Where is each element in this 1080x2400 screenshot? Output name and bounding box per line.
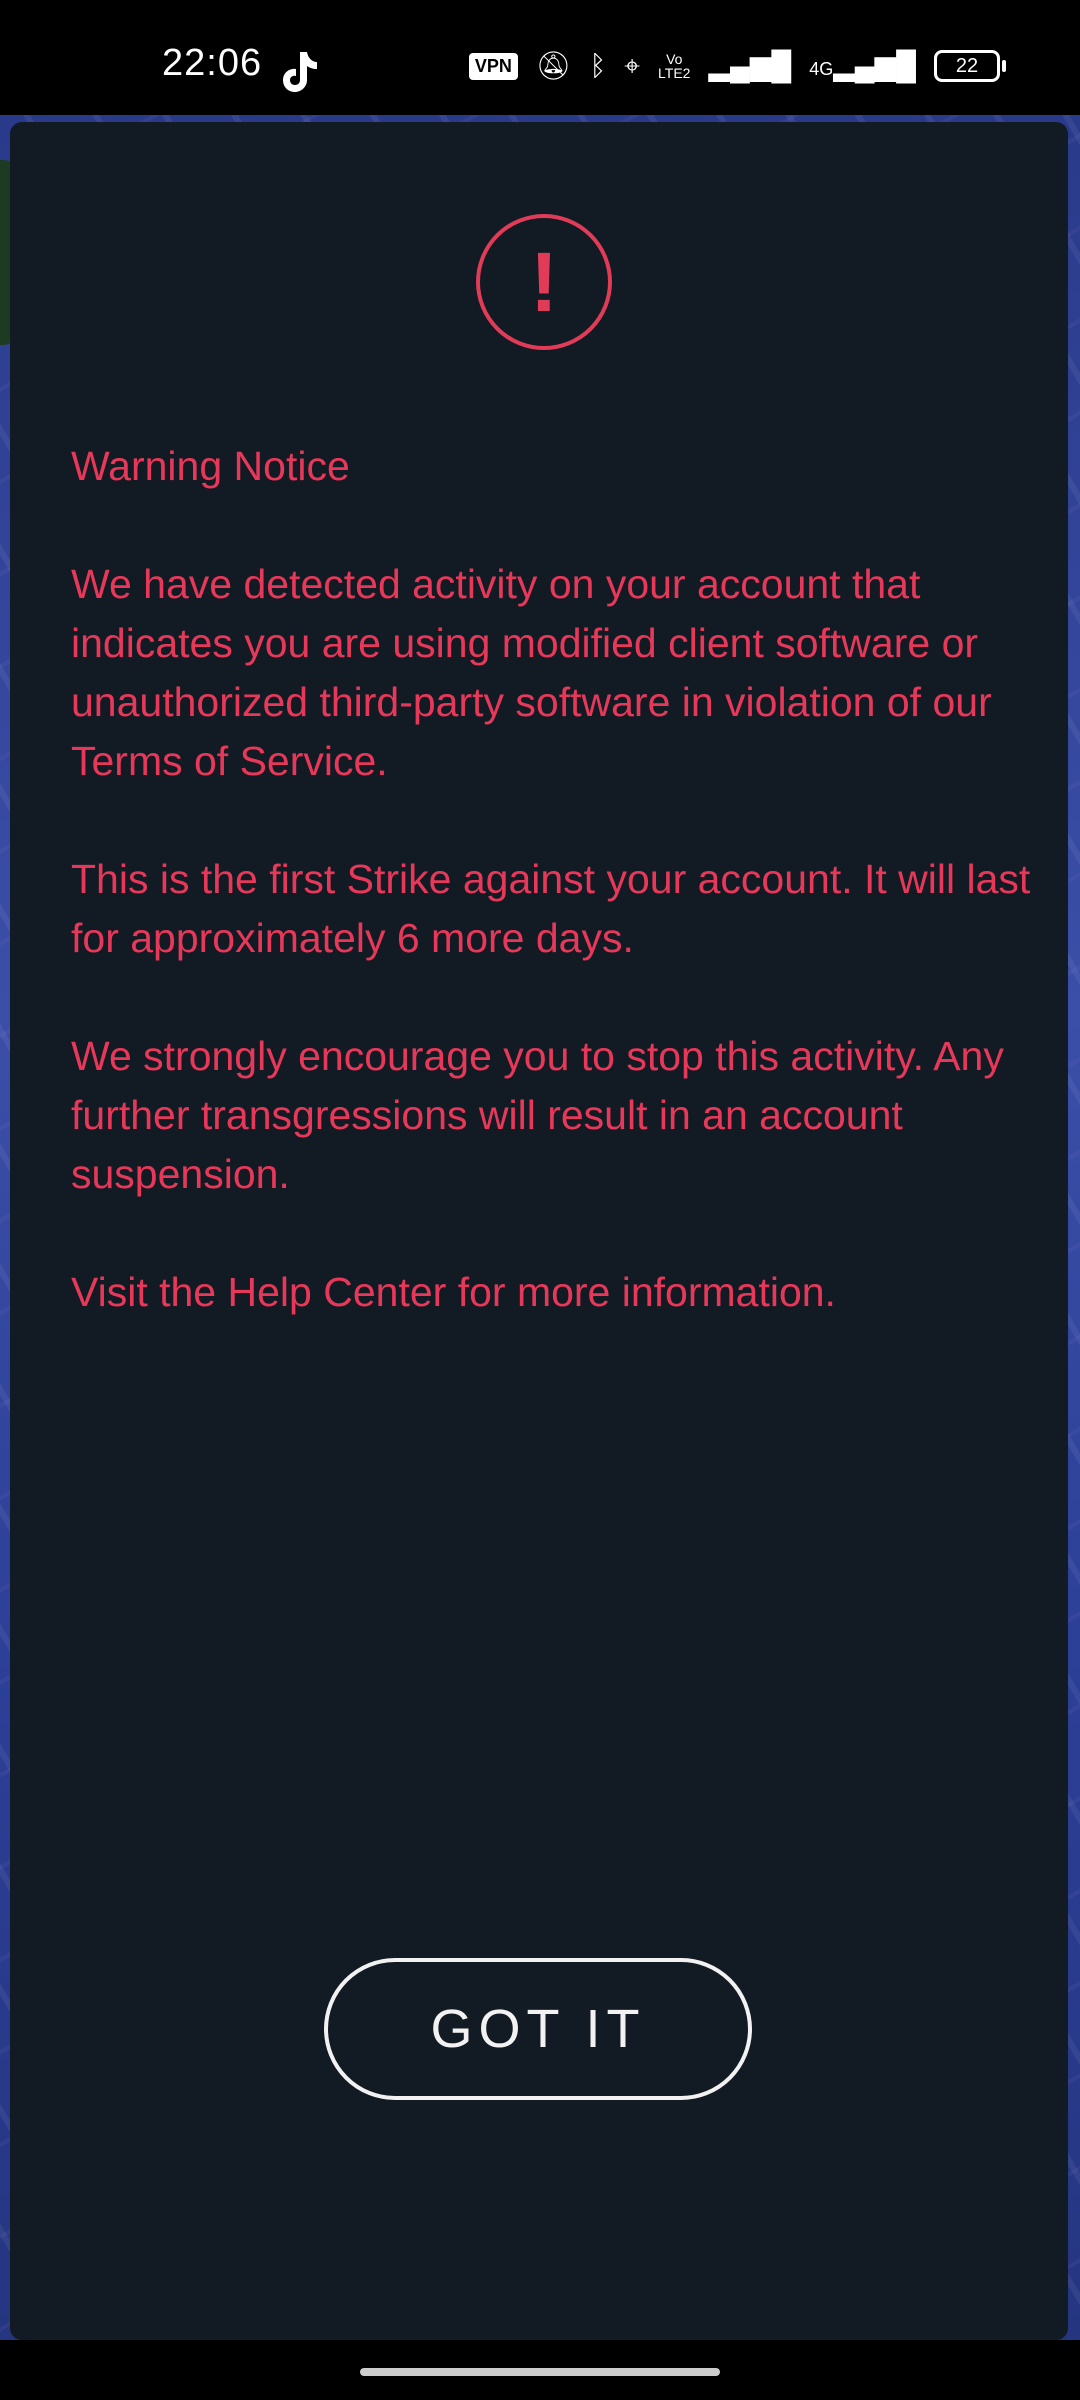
- dialog-title: Warning Notice: [71, 443, 350, 489]
- bluetooth-icon: ᛒ: [589, 50, 607, 81]
- battery-icon: 22: [934, 50, 1006, 82]
- navigation-bar: [0, 2340, 1080, 2400]
- location-icon: ⌖: [624, 50, 641, 81]
- violation-text: We have detected activity on your accoun…: [71, 561, 992, 725]
- got-it-button[interactable]: GOT IT: [324, 1958, 752, 2100]
- help-paragraph: Visit the Help Center for more informati…: [71, 1263, 1031, 1322]
- status-time: 22:06: [162, 42, 263, 84]
- home-gesture-handle[interactable]: [360, 2368, 720, 2376]
- tiktok-icon: [283, 52, 317, 92]
- silent-mode-icon: 🔕︎: [535, 50, 572, 81]
- help-prefix: Visit the: [71, 1269, 217, 1315]
- status-icons: VPN 🔕︎ ᛒ ⌖ Vo LTE2 ▂▄▆█ 4G▂▄▆█ 22: [468, 50, 1006, 82]
- strike-paragraph: This is the first Strike against your ac…: [71, 856, 1031, 961]
- encourage-paragraph: We strongly encourage you to stop this a…: [71, 1033, 1004, 1197]
- warning-message: Warning Notice We have detected activity…: [71, 437, 1031, 1381]
- signal-4g-icon: 4G▂▄▆█: [809, 50, 916, 81]
- vpn-icon: VPN: [468, 52, 518, 80]
- volte-icon: Vo LTE2: [658, 51, 691, 81]
- violation-paragraph: We have detected activity on your accoun…: [71, 555, 1031, 791]
- exclamation-glyph: !: [530, 235, 558, 329]
- exclamation-circle-icon: !: [476, 214, 612, 350]
- warning-dialog: ! Warning Notice We have detected activi…: [10, 122, 1068, 2340]
- status-bar: 22:06 VPN 🔕︎ ᛒ ⌖ Vo LTE2 ▂▄▆█ 4G▂▄▆█ 22: [0, 0, 1080, 115]
- terms-of-service-link[interactable]: Terms of Service.: [71, 738, 388, 784]
- help-suffix: for more information.: [457, 1269, 836, 1315]
- help-center-link[interactable]: Help Center: [228, 1269, 447, 1315]
- signal-strength-icon: ▂▄▆█: [708, 50, 792, 81]
